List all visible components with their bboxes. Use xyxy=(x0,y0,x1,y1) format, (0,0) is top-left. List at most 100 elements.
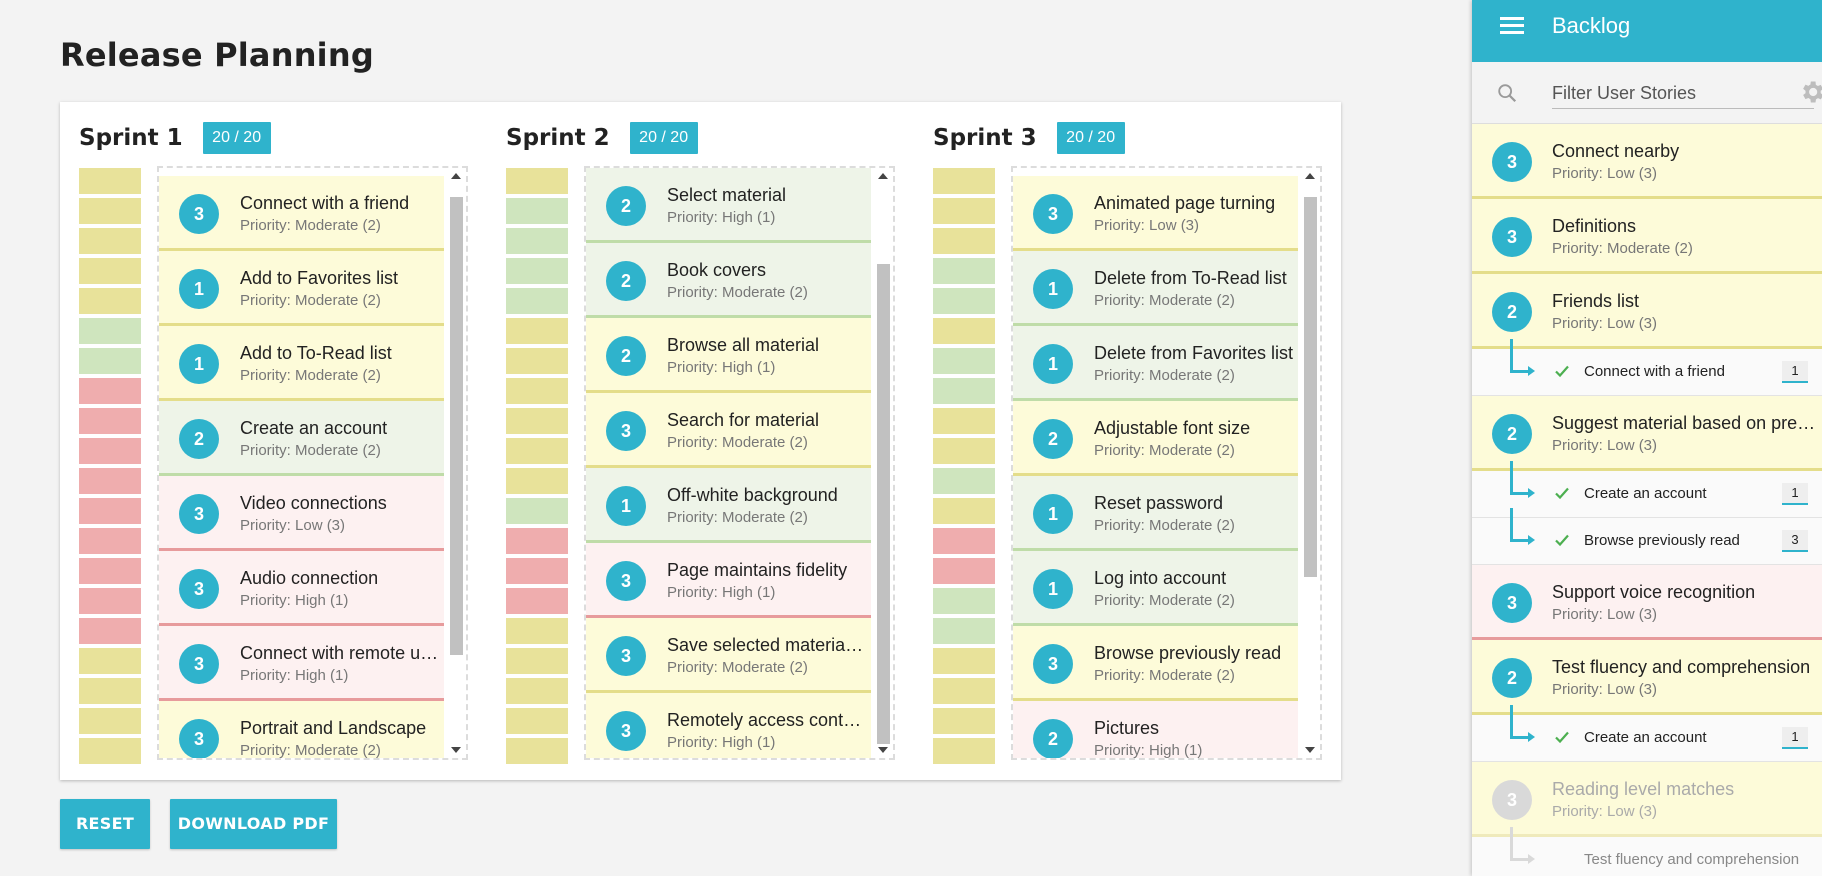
story-card[interactable]: 1 Delete from To-Read list Priority: Moder… xyxy=(1013,251,1298,326)
backlog-story[interactable]: 3 Connect nearby Priority: Low (3) xyxy=(1472,124,1822,199)
capacity-bar xyxy=(506,408,568,434)
scrollbar-thumb[interactable] xyxy=(1304,197,1317,577)
story-card[interactable]: 1 Off-white background Priority: Moderate … xyxy=(586,468,871,543)
dependency-count: 1 xyxy=(1782,727,1808,749)
story-card[interactable]: 3 Video connections Priority: Low (3) xyxy=(159,476,444,551)
capacity-bar xyxy=(79,438,141,464)
backlog-story[interactable]: 3 Support voice recognition Priority: Low … xyxy=(1472,565,1822,640)
story-card[interactable]: 3 Audio connection Priority: High (1) xyxy=(159,551,444,626)
story-priority: Priority: Moderate (2) xyxy=(1094,517,1235,534)
story-priority: Priority: Low (3) xyxy=(1552,681,1658,698)
story-card[interactable]: 1 Log into account Priority: Moderate (2) xyxy=(1013,551,1298,626)
dependency-connector-arm xyxy=(1510,492,1530,495)
scrollbar[interactable] xyxy=(1300,168,1320,758)
capacity-badge: 20 / 20 xyxy=(202,122,271,154)
scrollbar[interactable] xyxy=(446,168,466,758)
story-card[interactable]: 2 Browse all material Priority: High (1) xyxy=(586,318,871,393)
story-card[interactable]: 2 Select material Priority: High (1) xyxy=(586,168,871,243)
capacity-bar xyxy=(506,468,568,494)
sprint-title: Sprint 1 xyxy=(79,125,183,151)
story-card[interactable]: 3 Portrait and Landscape Priority: Moderat… xyxy=(159,701,444,758)
story-card[interactable]: 1 Reset password Priority: Moderate (2) xyxy=(1013,476,1298,551)
story-card[interactable]: 3 Remotely access content Priority: High (… xyxy=(586,693,871,758)
story-card[interactable]: 3 Search for material Priority: Moderate (… xyxy=(586,393,871,468)
capacity-bar xyxy=(506,438,568,464)
story-priority: Priority: Moderate (2) xyxy=(240,292,381,309)
points-badge: 3 xyxy=(1492,217,1532,257)
story-title: Remotely access content xyxy=(667,710,867,730)
scrollbar-thumb[interactable] xyxy=(450,197,463,655)
story-title: Create an account xyxy=(240,418,388,438)
check-icon xyxy=(1555,365,1569,378)
scroll-up-arrow-icon[interactable] xyxy=(878,173,888,179)
points-badge: 2 xyxy=(1033,719,1073,758)
capacity-bar xyxy=(506,738,568,764)
backlog-story[interactable]: 3 Reading level matches Priority: Low (3) xyxy=(1472,762,1822,837)
story-title: Delete from To-Read list xyxy=(1094,268,1287,288)
capacity-bar xyxy=(933,498,995,524)
gear-icon[interactable] xyxy=(1798,78,1822,106)
filter-input[interactable] xyxy=(1552,79,1814,109)
capacity-bar xyxy=(506,168,568,194)
capacity-bar xyxy=(933,258,995,284)
capacity-bar xyxy=(79,678,141,704)
story-title: Add to To-Read list xyxy=(240,343,392,363)
dependency-connector-arm xyxy=(1510,858,1530,861)
scroll-down-arrow-icon[interactable] xyxy=(451,747,461,753)
capacity-badge: 20 / 20 xyxy=(1056,122,1125,154)
capacity-bar xyxy=(933,618,995,644)
capacity-bar xyxy=(79,588,141,614)
story-priority: Priority: Low (3) xyxy=(1094,217,1200,234)
capacity-bar xyxy=(79,618,141,644)
capacity-bar xyxy=(933,558,995,584)
backlog-story[interactable]: 2 Suggest material based on previous read… xyxy=(1472,396,1822,471)
reset-button[interactable]: RESET xyxy=(60,799,150,849)
story-priority: Priority: Moderate (2) xyxy=(240,217,381,234)
story-card[interactable]: 3 Page maintains fidelity Priority: High (… xyxy=(586,543,871,618)
story-card[interactable]: 3 Connect with remote users Priority: High… xyxy=(159,626,444,701)
arrow-right-icon xyxy=(1528,366,1535,376)
story-card[interactable]: 1 Add to Favorites list Priority: Moderate… xyxy=(159,251,444,326)
capacity-bar xyxy=(79,708,141,734)
filter-row xyxy=(1472,62,1822,124)
story-priority: Priority: Moderate (2) xyxy=(1094,667,1235,684)
story-priority: Priority: Moderate (2) xyxy=(667,509,808,526)
scroll-up-arrow-icon[interactable] xyxy=(1305,173,1315,179)
story-title: Connect with remote users xyxy=(240,643,440,663)
points-badge: 3 xyxy=(606,561,646,601)
story-card[interactable]: 2 Pictures Priority: High (1) xyxy=(1013,701,1298,758)
points-badge: 1 xyxy=(179,344,219,384)
story-card[interactable]: 3 Connect with a friend Priority: Moderate… xyxy=(159,176,444,251)
story-title: Audio connection xyxy=(240,568,379,588)
scroll-up-arrow-icon[interactable] xyxy=(451,173,461,179)
scrollbar[interactable] xyxy=(873,168,893,758)
story-card[interactable]: 3 Browse previously read Priority: Moderat… xyxy=(1013,626,1298,701)
story-card[interactable]: 2 Book covers Priority: Moderate (2) xyxy=(586,243,871,318)
story-priority: Priority: High (1) xyxy=(667,584,776,601)
story-card[interactable]: 2 Adjustable font size Priority: Moderate … xyxy=(1013,401,1298,476)
scroll-down-arrow-icon[interactable] xyxy=(1305,747,1315,753)
capacity-bar xyxy=(79,498,141,524)
story-card[interactable]: 3 Save selected material offline Priority:… xyxy=(586,618,871,693)
backlog-story[interactable]: 2 Test fluency and comprehension Priority:… xyxy=(1472,640,1822,715)
capacity-badge: 20 / 20 xyxy=(629,122,698,154)
page-title: Release Planning xyxy=(60,36,374,74)
capacity-bar xyxy=(506,228,568,254)
points-badge: 3 xyxy=(1492,583,1532,623)
capacity-bar xyxy=(933,228,995,254)
story-priority: Priority: High (1) xyxy=(667,209,776,226)
download-pdf-button[interactable]: DOWNLOAD PDF xyxy=(170,799,337,849)
backlog-story[interactable]: 2 Friends list Priority: Low (3) xyxy=(1472,274,1822,349)
scroll-down-arrow-icon[interactable] xyxy=(878,747,888,753)
story-title: Suggest material based on previous reads xyxy=(1552,413,1817,433)
scrollbar-thumb[interactable] xyxy=(877,264,890,744)
story-card[interactable]: 2 Create an account Priority: Moderate (2) xyxy=(159,401,444,476)
story-card[interactable]: 3 Animated page turning Priority: Low (3) xyxy=(1013,176,1298,251)
backlog-story[interactable]: 3 Definitions Priority: Moderate (2) xyxy=(1472,199,1822,274)
menu-icon[interactable] xyxy=(1500,17,1524,35)
story-card[interactable]: 1 Add to To-Read list Priority: Moderate (… xyxy=(159,326,444,401)
sprint-header: Sprint 1 20 / 20 xyxy=(79,122,271,154)
story-list-inner: 3 Animated page turning Priority: Low (3) 1… xyxy=(1013,176,1298,758)
dependency-count: 1 xyxy=(1782,483,1808,505)
story-card[interactable]: 1 Delete from Favorites list Priority: Mod… xyxy=(1013,326,1298,401)
